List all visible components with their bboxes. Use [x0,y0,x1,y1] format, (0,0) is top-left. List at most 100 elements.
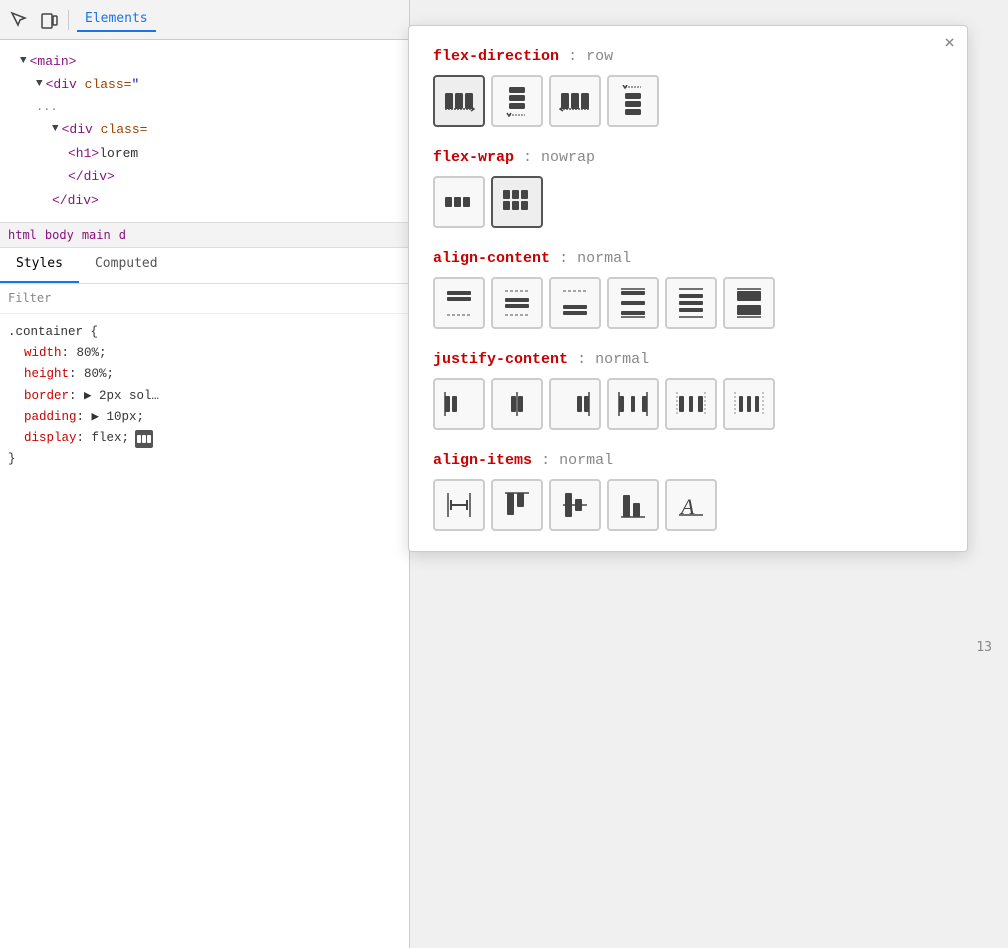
filter-bar: Filter [0,284,409,314]
flex-direction-buttons [433,75,943,127]
css-property-border: border: ▶ 2px sol… [8,386,401,407]
align-content-space-between-btn[interactable] [607,277,659,329]
flex-wrap-label: flex-wrap : nowrap [433,147,943,166]
breadcrumb-body[interactable]: body [45,228,74,242]
devtools-left-panel: Elements ▼ <main> ▼ <div class= " ... ▼ … [0,0,410,948]
tree-line-div2[interactable]: ▼ <div class= [8,118,401,141]
tree-line-div-close1[interactable]: </div> [8,165,401,188]
tree-tag-close: </div> [68,165,115,188]
tree-line-div-close2[interactable]: </div> [8,189,401,212]
flex-icon[interactable] [135,430,153,448]
flex-wrap-prop-name: flex-wrap [433,149,514,166]
css-prop-name[interactable]: height [8,367,69,381]
justify-content-end-btn[interactable] [549,378,601,430]
breadcrumb-html[interactable]: html [8,228,37,242]
css-prop-name[interactable]: padding [8,410,77,424]
flex-direction-prop-value: : row [568,48,613,65]
inspect-icon[interactable] [8,9,30,31]
flex-direction-row-reverse-btn[interactable] [549,75,601,127]
tree-tag: <div [46,73,77,96]
tree-line-div1[interactable]: ▼ <div class= " [8,73,401,96]
align-content-stretch-btn[interactable] [723,277,775,329]
css-prop-name[interactable]: width [8,346,62,360]
align-items-stretch-btn[interactable] [433,479,485,531]
flex-direction-column-reverse-btn[interactable] [607,75,659,127]
flex-direction-column-btn[interactable] [491,75,543,127]
align-content-start-btn[interactable] [433,277,485,329]
align-content-end-btn[interactable] [549,277,601,329]
tab-computed[interactable]: Computed [79,248,174,283]
align-items-section: align-items : normal [433,450,943,531]
css-property-width: width: 80%; [8,343,401,364]
dots-indicator: ... [36,97,58,119]
css-property-padding: padding: ▶ 10px; [8,407,401,428]
align-content-buttons [433,277,943,329]
tree-tag-close: </div> [52,189,99,212]
tree-attr-name: class= [101,118,148,141]
css-selector: .container { [8,322,401,343]
html-tree: ▼ <main> ▼ <div class= " ... ▼ <div clas… [0,40,409,222]
css-close-brace: } [8,449,401,470]
align-items-label: align-items : normal [433,450,943,469]
filter-label: Filter [8,291,51,305]
css-property-display: display: flex; [8,428,401,449]
flex-direction-prop-name: flex-direction [433,48,559,65]
justify-content-label: justify-content : normal [433,349,943,368]
align-content-center-btn[interactable] [491,277,543,329]
css-prop-name[interactable]: border [8,389,69,403]
breadcrumb: html body main d [0,222,409,248]
flex-direction-row-btn[interactable] [433,75,485,127]
tree-attr-value: " [131,73,139,96]
close-icon[interactable]: × [944,34,955,52]
tree-line-main[interactable]: ▼ <main> [8,50,401,73]
justify-content-prop-name: justify-content [433,351,568,368]
tree-triangle: ▼ [52,120,59,140]
align-items-prop-name: align-items [433,452,532,469]
tree-line-h1[interactable]: <h1> lorem [8,142,401,165]
toolbar-divider [68,10,69,30]
tree-triangle: ▼ [36,75,43,95]
breadcrumb-d[interactable]: d [119,228,126,242]
css-prop-name[interactable]: display [8,428,77,449]
align-content-prop-value: : normal [559,250,631,267]
align-items-buttons: A [433,479,943,531]
flex-direction-label: flex-direction : row [433,46,943,65]
flex-direction-section: flex-direction : row [433,46,943,127]
justify-content-space-between-btn[interactable] [607,378,659,430]
tree-triangle: ▼ [20,52,27,72]
toolbar: Elements [0,0,409,40]
justify-content-space-evenly-btn[interactable] [723,378,775,430]
justify-content-section: justify-content : normal [433,349,943,430]
align-content-label: align-content : normal [433,248,943,267]
justify-content-buttons [433,378,943,430]
align-items-baseline-btn[interactable]: A [665,479,717,531]
align-content-space-around-btn[interactable] [665,277,717,329]
tree-attr-name: class= [85,73,132,96]
tree-tag: <main> [30,50,77,73]
flex-wrap-wrap-btn[interactable] [491,176,543,228]
justify-content-center-btn[interactable] [491,378,543,430]
flex-wrap-nowrap-btn[interactable] [433,176,485,228]
align-content-section: align-content : normal [433,248,943,329]
tree-tag: <h1> [68,142,99,165]
tree-text: lorem [99,142,138,165]
flex-wrap-prop-value: : nowrap [523,149,595,166]
style-tabs: Styles Computed [0,248,409,284]
css-property-height: height: 80%; [8,364,401,385]
tab-styles[interactable]: Styles [0,248,79,283]
tree-tag: <div [62,118,93,141]
breadcrumb-main[interactable]: main [82,228,111,242]
justify-content-space-around-btn[interactable] [665,378,717,430]
align-items-center-btn[interactable] [549,479,601,531]
device-icon[interactable] [38,9,60,31]
flex-wrap-buttons [433,176,943,228]
align-items-end-btn[interactable] [607,479,659,531]
elements-tab[interactable]: Elements [77,7,156,32]
tree-dots: ... [8,97,401,119]
flex-popup: × flex-direction : row [408,25,968,552]
justify-content-prop-value: : normal [577,351,649,368]
flex-wrap-section: flex-wrap : nowrap [433,147,943,228]
align-content-prop-name: align-content [433,250,550,267]
align-items-start-btn[interactable] [491,479,543,531]
justify-content-start-btn[interactable] [433,378,485,430]
